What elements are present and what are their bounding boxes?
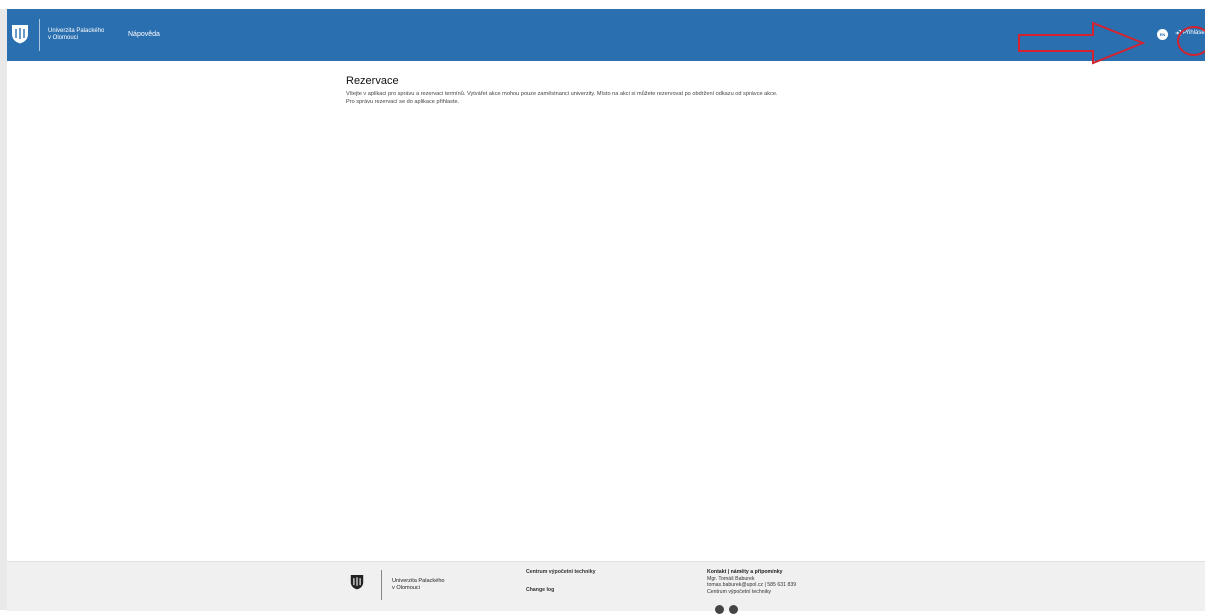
footer-contact-email-phone[interactable]: tomas.baburek@upol.cz | 585 631 839 xyxy=(707,582,796,589)
annotation-circle xyxy=(1177,26,1205,56)
browser-frame-left xyxy=(0,0,7,610)
intro-text-line1: Vítejte v aplikaci pro správu a rezervac… xyxy=(346,91,778,97)
footer-links-column: Centrum výpočetní techniky Change log xyxy=(526,569,595,593)
globe-icon: EN xyxy=(1159,32,1166,37)
footer-link-cvt[interactable]: Centrum výpočetní techniky xyxy=(526,569,595,576)
footer-logo-divider xyxy=(381,570,382,600)
language-switch-button[interactable]: EN xyxy=(1157,29,1168,40)
university-shield-logo[interactable] xyxy=(11,24,29,44)
footer-shield-logo xyxy=(350,575,364,590)
university-name-line1: Univerzita Palackého xyxy=(48,28,105,34)
university-name-line2: v Olomouci xyxy=(48,35,79,41)
footer: Univerzita Palackého v Olomouci Centrum … xyxy=(7,561,1205,614)
footer-university-name: Univerzita Palackého v Olomouci xyxy=(392,578,445,591)
page-title: Rezervace xyxy=(346,75,399,87)
intro-text-line2: Pro správu rezervací se do aplikace přih… xyxy=(346,99,460,105)
footer-university-line1: Univerzita Palackého xyxy=(392,578,445,584)
main-content: Rezervace Vítejte v aplikaci pro správu … xyxy=(346,75,946,106)
footer-university-line2: v Olomouci xyxy=(392,584,420,591)
browser-frame-top xyxy=(0,0,1205,9)
footer-contact-dept: Centrum výpočetní techniky xyxy=(707,588,772,595)
nav-help-link[interactable]: Nápověda xyxy=(128,31,160,38)
footer-link-changelog[interactable]: Change log xyxy=(526,587,595,594)
university-name[interactable]: Univerzita Palackého v Olomouci xyxy=(48,28,128,42)
annotation-arrow xyxy=(1018,21,1145,65)
logo-divider xyxy=(39,19,40,51)
top-navbar: Univerzita Palackého v Olomouci Nápověda… xyxy=(7,9,1205,65)
footer-contact-heading: Kontakt | náměty a připomínky xyxy=(707,569,783,575)
footer-contact-column: Kontakt | náměty a připomínky Mgr. Tomáš… xyxy=(707,569,796,595)
